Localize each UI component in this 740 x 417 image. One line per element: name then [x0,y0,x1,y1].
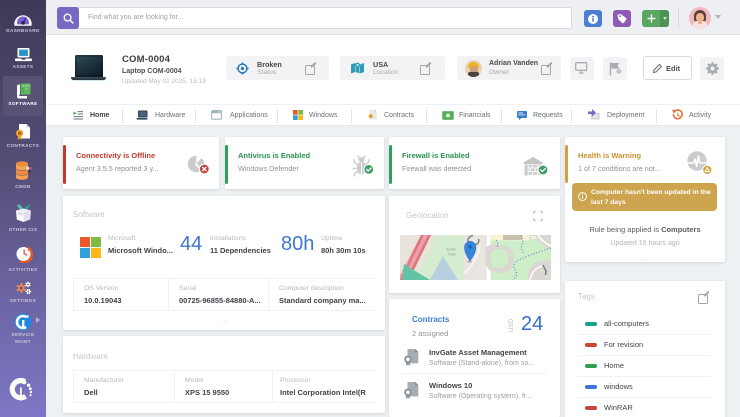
svg-text:Park: Park [448,253,457,257]
svg-text:Sutter: Sutter [446,248,457,252]
